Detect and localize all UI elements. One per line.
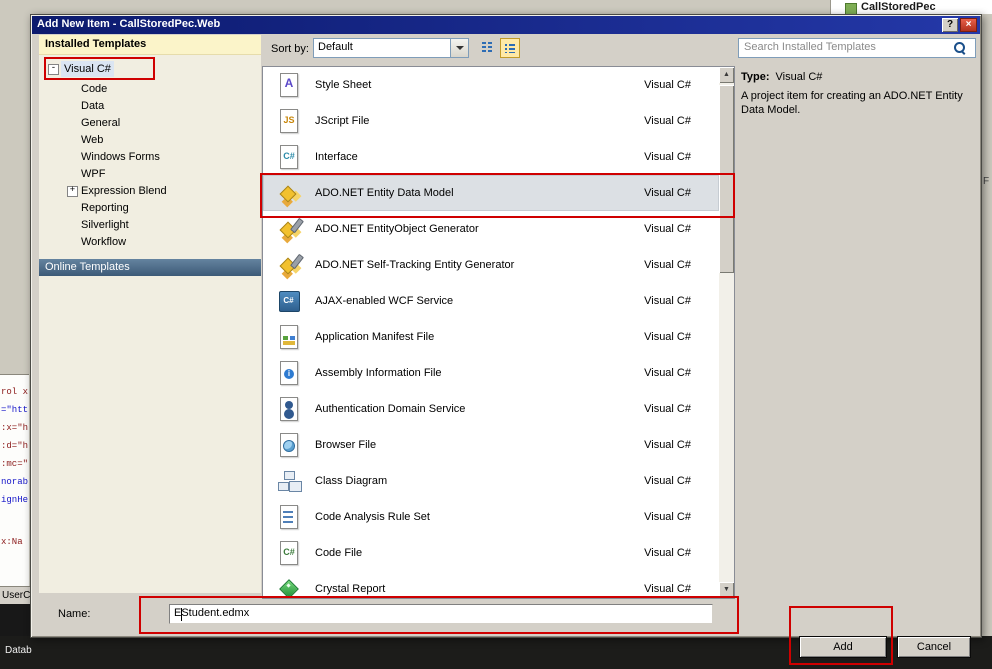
template-item-jscript-file[interactable]: JScript File Visual C# — [263, 103, 719, 139]
template-item-application-manifest-file[interactable]: Application Manifest File Visual C# — [263, 319, 719, 355]
search-box[interactable]: Search Installed Templates — [738, 38, 976, 58]
template-item-code-file[interactable]: Code File Visual C# — [263, 535, 719, 571]
template-item-ado-net-entityobject-generator[interactable]: ADO.NET EntityObject Generator Visual C# — [263, 211, 719, 247]
search-placeholder: Search Installed Templates — [744, 41, 876, 53]
collapse-icon[interactable]: - — [48, 64, 59, 75]
code-fragment: rol x — [1, 387, 29, 397]
template-item-interface[interactable]: Interface Visual C# — [263, 139, 719, 175]
scroll-down-icon[interactable] — [719, 582, 734, 598]
tree-item-windows-forms[interactable]: Windows Forms — [39, 149, 261, 165]
add-new-item-dialog: Add New Item - CallStoredPec.Web ? × Ins… — [30, 14, 982, 638]
background-solution-explorer: CallStoredPec — [830, 0, 992, 14]
close-button[interactable]: × — [960, 18, 977, 32]
jscript-file-icon — [276, 108, 302, 134]
dialog-titlebar[interactable]: Add New Item - CallStoredPec.Web ? × — [32, 16, 980, 34]
tree-item-silverlight[interactable]: Silverlight — [39, 217, 261, 233]
medium-icons-view-button[interactable] — [500, 38, 520, 58]
self-tracking-generator-icon — [276, 252, 302, 278]
template-item-style-sheet[interactable]: Style Sheet Visual C# — [263, 67, 719, 103]
template-item-class-diagram[interactable]: Class Diagram Visual C# — [263, 463, 719, 499]
style-sheet-icon — [276, 72, 302, 98]
sort-by-label: Sort by: — [271, 43, 309, 55]
type-value: Visual C# — [775, 71, 823, 83]
tree-item-web[interactable]: Web — [39, 132, 261, 148]
template-item-ajax-enabled-wcf-service[interactable]: AJAX-enabled WCF Service Visual C# — [263, 283, 719, 319]
code-fragment: ignHe — [1, 495, 29, 505]
template-item-ado-net-self-tracking-entity-generator[interactable]: ADO.NET Self-Tracking Entity Generator V… — [263, 247, 719, 283]
search-icon[interactable] — [954, 42, 965, 53]
dialog-title: Add New Item - CallStoredPec.Web — [37, 18, 221, 30]
tree-item-visual-csharp[interactable]: - Visual C# — [39, 61, 261, 77]
auth-domain-service-icon — [276, 396, 302, 422]
template-list-wrap: Style Sheet Visual C# JScript File Visua… — [262, 66, 735, 599]
csharp-project-icon — [845, 3, 857, 14]
name-value: EStudent.edmx — [174, 607, 250, 619]
code-file-icon — [276, 540, 302, 566]
browser-file-icon — [276, 432, 302, 458]
sort-dropdown[interactable]: Default — [313, 38, 469, 58]
background-fragment: F — [983, 176, 990, 187]
tree-item-expression-blend[interactable]: + Expression Blend — [39, 183, 261, 199]
code-fragment: ="htt — [1, 405, 29, 415]
background-usercontrol-label: UserCor — [0, 586, 31, 605]
code-fragment: norab — [1, 477, 29, 487]
templates-sidebar: Installed Templates - Visual C# Code Dat… — [39, 35, 261, 593]
tree-item-wpf[interactable]: WPF — [39, 166, 261, 182]
background-code-editor: rol x ="htt :x="h :d="h :mc=" norab ignH… — [0, 374, 29, 587]
online-templates-header[interactable]: Online Templates — [39, 259, 261, 276]
code-fragment: :mc=" — [1, 459, 29, 469]
template-item-authentication-domain-service[interactable]: Authentication Domain Service Visual C# — [263, 391, 719, 427]
help-button[interactable]: ? — [942, 18, 958, 32]
list-scrollbar[interactable] — [719, 67, 734, 598]
app-manifest-icon — [276, 324, 302, 350]
cancel-button[interactable]: Cancel — [897, 636, 971, 658]
class-diagram-icon — [276, 468, 302, 494]
template-item-code-analysis-rule-set[interactable]: Code Analysis Rule Set Visual C# — [263, 499, 719, 535]
screen: CallStoredPec rol x ="htt :x="h :d="h :m… — [0, 0, 992, 669]
wcf-service-icon — [276, 288, 302, 314]
crystal-report-icon — [276, 576, 302, 598]
template-type-line: Type: Visual C# — [741, 71, 822, 83]
template-item-assembly-information-file[interactable]: Assembly Information File Visual C# — [263, 355, 719, 391]
template-item-browser-file[interactable]: Browser File Visual C# — [263, 427, 719, 463]
add-button[interactable]: Add — [799, 636, 887, 658]
expand-icon[interactable]: + — [67, 186, 78, 197]
code-fragment: x:Na — [1, 537, 23, 547]
tree-item-general[interactable]: General — [39, 115, 261, 131]
tree-item-workflow[interactable]: Workflow — [39, 234, 261, 250]
installed-templates-header: Installed Templates — [39, 35, 261, 55]
entity-data-model-icon — [276, 180, 302, 206]
scrollbar-thumb[interactable] — [719, 85, 734, 273]
template-list: Style Sheet Visual C# JScript File Visua… — [263, 67, 719, 598]
small-icons-view-button[interactable] — [479, 39, 496, 57]
tree-item-label: Visual C# — [61, 61, 114, 77]
tree-item-data[interactable]: Data — [39, 98, 261, 114]
name-input[interactable]: EStudent.edmx — [169, 604, 713, 624]
rule-set-icon — [276, 504, 302, 530]
tree-item-reporting[interactable]: Reporting — [39, 200, 261, 216]
name-label: Name: — [58, 608, 91, 620]
code-fragment: :d="h — [1, 441, 29, 451]
code-fragment: :x="h — [1, 423, 29, 433]
chevron-down-icon[interactable] — [450, 39, 468, 57]
taskbar-label: Datab — [5, 645, 32, 656]
type-label: Type: — [741, 71, 770, 83]
assembly-info-icon — [276, 360, 302, 386]
text-caret — [181, 608, 182, 621]
solution-item-label[interactable]: CallStoredPec — [861, 1, 936, 13]
template-item-ado-net-entity-data-model[interactable]: ADO.NET Entity Data Model Visual C# — [263, 175, 719, 211]
entityobject-generator-icon — [276, 216, 302, 242]
scroll-up-icon[interactable] — [719, 67, 734, 83]
template-description: A project item for creating an ADO.NET E… — [741, 90, 963, 116]
interface-icon — [276, 144, 302, 170]
tree-item-code[interactable]: Code — [39, 81, 261, 97]
template-item-crystal-report[interactable]: Crystal Report Visual C# — [263, 571, 719, 598]
